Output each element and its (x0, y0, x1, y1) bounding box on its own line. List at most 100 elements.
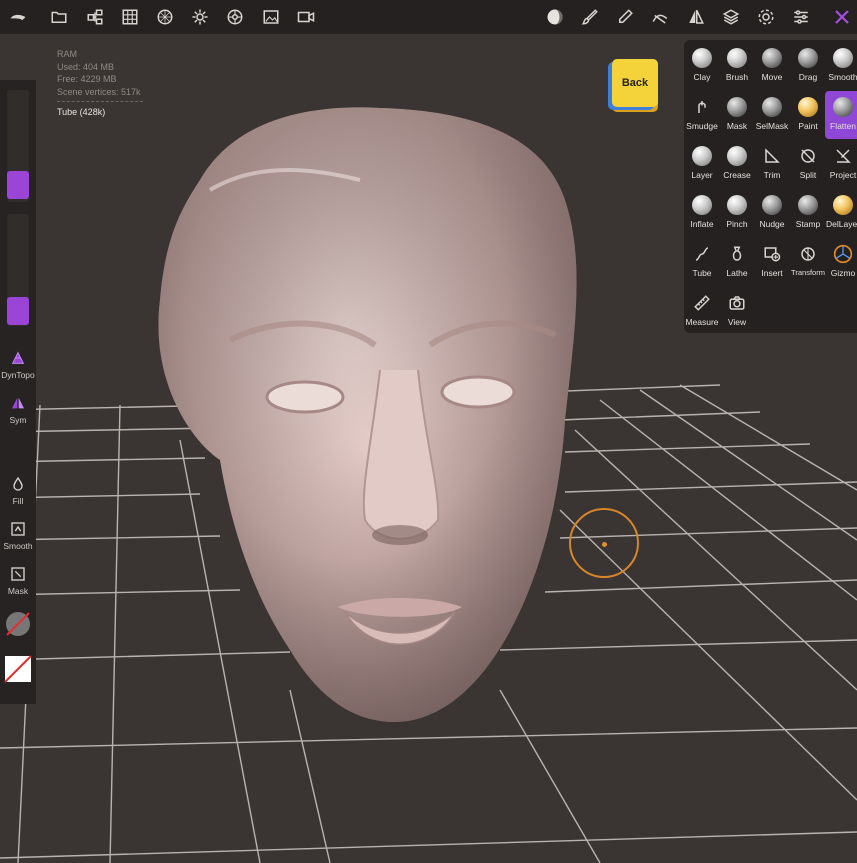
insert-icon (764, 247, 781, 262)
lighting-icon[interactable] (188, 5, 212, 29)
ruler-icon (694, 295, 710, 311)
clay-icon (692, 48, 712, 68)
mask-button[interactable]: Mask (0, 566, 36, 596)
material-swatch[interactable] (0, 610, 36, 642)
tool-tube[interactable]: Tube (684, 238, 720, 286)
selmask-icon (762, 97, 782, 117)
sliders-icon[interactable] (789, 5, 813, 29)
camera-icon (729, 296, 745, 310)
view-cube-label: Back (621, 77, 649, 89)
transform-icon (801, 247, 815, 261)
scene-vertices: Scene vertices: 517k (57, 86, 141, 97)
pinch-icon (727, 195, 747, 215)
info-separator (57, 101, 143, 102)
selected-object: Tube (428k) (57, 107, 106, 117)
dellayer-icon (833, 195, 853, 215)
trim-icon (765, 148, 780, 163)
gizmo-icon (833, 244, 853, 264)
tool-palette: Clay Brush Move Drag Smooth Smudge Mask … (684, 40, 857, 333)
dyntopo-icon (11, 351, 25, 364)
tool-flatten[interactable]: Flatten (825, 91, 857, 139)
drag-icon (798, 48, 818, 68)
ram-used: Used: 404 MB (57, 61, 115, 72)
video-icon[interactable] (294, 5, 318, 29)
color-swatch[interactable] (0, 655, 36, 687)
sculpted-head[interactable] (158, 107, 577, 723)
smudge-icon (698, 101, 706, 113)
tool-move[interactable]: Move (754, 42, 790, 90)
brush-cursor-center (602, 542, 607, 547)
tool-inflate[interactable]: Inflate (684, 189, 720, 237)
mask-sphere-icon (727, 97, 747, 117)
intensity-slider-handle[interactable] (7, 297, 29, 325)
left-sidebar: DynTopo Sym Fill Smooth Mask (0, 80, 36, 704)
radius-slider[interactable] (7, 90, 29, 202)
symmetry-icon (12, 397, 24, 409)
tool-drag[interactable]: Drag (790, 42, 826, 90)
crease-icon (727, 146, 747, 166)
mask-icon (11, 567, 25, 581)
fill-button[interactable]: Fill (0, 476, 36, 506)
stroke-settings-icon[interactable] (648, 5, 672, 29)
gear-icon[interactable] (754, 5, 778, 29)
tool-nudge[interactable]: Nudge (754, 189, 790, 237)
tool-pinch[interactable]: Pinch (719, 189, 755, 237)
top-toolbar (0, 0, 857, 34)
tools-icon[interactable] (830, 5, 854, 29)
material-sphere-icon (6, 612, 30, 636)
tool-mask[interactable]: Mask (719, 91, 755, 139)
brush-stroke-icon[interactable] (578, 5, 602, 29)
tool-smudge[interactable]: Smudge (684, 91, 720, 139)
color-swatch-icon (4, 655, 32, 683)
sym-button[interactable]: Sym (0, 395, 36, 425)
tool-project[interactable]: Project (825, 140, 857, 188)
split-icon (801, 149, 815, 163)
smooth-sphere-icon (833, 48, 853, 68)
project-icon (836, 149, 851, 163)
brush-icon (727, 48, 747, 68)
ram-label: RAM (57, 49, 77, 59)
tool-selmask[interactable]: SelMask (754, 91, 790, 139)
tool-paint[interactable]: Paint (790, 91, 826, 139)
scene-info-panel: RAM Used: 404 MB Free: 4229 MB Scene ver… (57, 48, 143, 119)
tool-crease[interactable]: Crease (719, 140, 755, 188)
topology-icon[interactable] (153, 5, 177, 29)
matcap-icon[interactable] (543, 5, 567, 29)
tool-insert[interactable]: Insert (754, 238, 790, 286)
smooth-icon (11, 522, 25, 536)
folder-icon[interactable] (47, 5, 71, 29)
grid-icon[interactable] (118, 5, 142, 29)
tool-clay[interactable]: Clay (684, 42, 720, 90)
image-icon[interactable] (259, 5, 283, 29)
tool-transform[interactable]: Transform (790, 238, 826, 286)
picker-icon[interactable] (613, 5, 637, 29)
move-icon (762, 48, 782, 68)
symmetry-icon[interactable] (684, 5, 708, 29)
tool-dellayer[interactable]: DelLayer (825, 189, 857, 237)
view-cube-back[interactable]: Back (612, 59, 658, 107)
layers-icon[interactable] (719, 5, 743, 29)
tool-trim[interactable]: Trim (754, 140, 790, 188)
ram-free: Free: 4229 MB (57, 74, 117, 84)
lathe-icon (732, 246, 742, 261)
tool-split[interactable]: Split (790, 140, 826, 188)
tool-smooth[interactable]: Smooth (825, 42, 857, 90)
tool-view[interactable]: View (719, 287, 755, 335)
logo-icon[interactable] (6, 5, 30, 29)
tool-layer[interactable]: Layer (684, 140, 720, 188)
settings-wheel-icon[interactable] (223, 5, 247, 29)
tool-lathe[interactable]: Lathe (719, 238, 755, 286)
tool-measure[interactable]: Measure (684, 287, 720, 335)
tool-stamp[interactable]: Stamp (790, 189, 826, 237)
layer-icon (692, 146, 712, 166)
dyntopo-button[interactable]: DynTopo (0, 350, 36, 380)
stamp-icon (798, 195, 818, 215)
tool-brush[interactable]: Brush (719, 42, 755, 90)
intensity-slider[interactable] (7, 214, 29, 326)
radius-slider-handle[interactable] (7, 171, 29, 199)
tool-gizmo[interactable]: Gizmo (825, 238, 857, 286)
paint-icon (798, 97, 818, 117)
scene-tree-icon[interactable] (83, 5, 107, 29)
nudge-icon (762, 195, 782, 215)
smooth-button[interactable]: Smooth (0, 521, 36, 551)
